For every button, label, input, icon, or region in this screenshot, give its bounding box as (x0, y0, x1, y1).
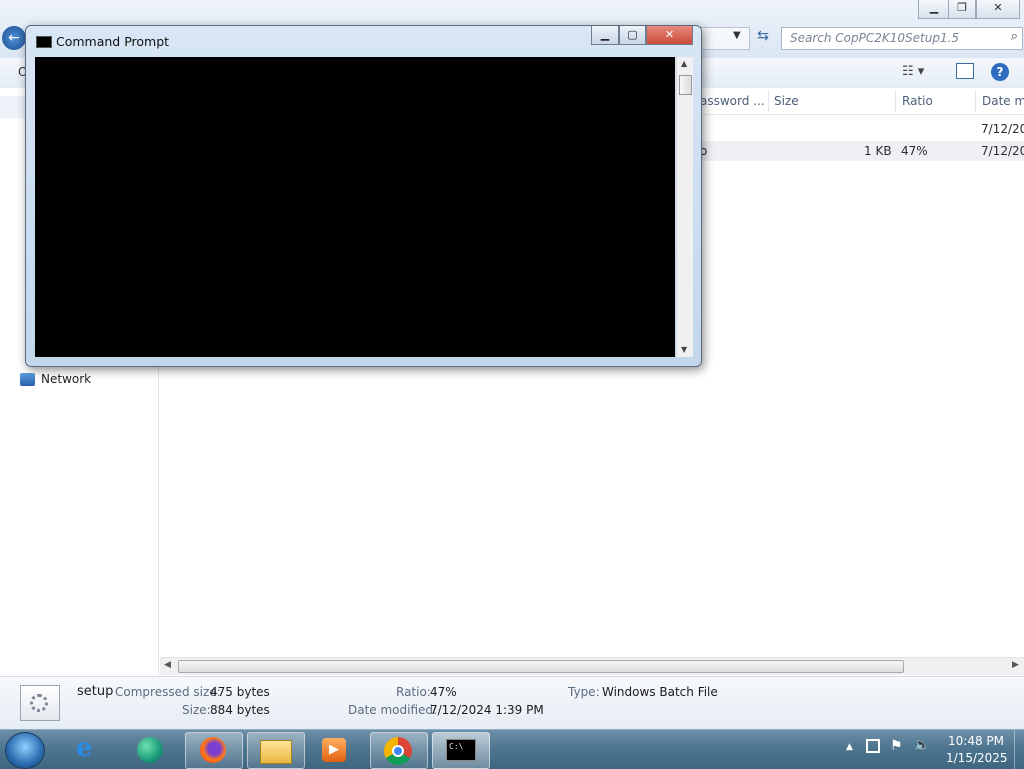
details-filename: setup (77, 684, 114, 699)
edge-icon[interactable] (124, 732, 180, 767)
row-date: 7/12/20 (981, 122, 1024, 136)
media-player-icon[interactable]: ▶ (308, 732, 364, 767)
cmd-scroll-down-icon[interactable]: ▼ (681, 345, 687, 354)
command-prompt-window[interactable]: Command Prompt ▁ ▢ ✕ ▲ ▼ (25, 25, 702, 367)
search-input[interactable]: Search CopPC2K10Setup1.5 ⌕ (781, 27, 1023, 50)
column-date[interactable]: Date mo (982, 94, 1024, 108)
start-orb-icon[interactable] (5, 732, 45, 769)
type-value: Windows Batch File (602, 685, 718, 699)
compressed-size-label: Compressed size: (115, 685, 221, 699)
action-center-flag-icon[interactable]: ⚑ (890, 738, 903, 754)
ratio-label: Ratio: (396, 685, 431, 699)
size-label: Size: (182, 703, 211, 717)
horizontal-scrollbar[interactable]: ◀ ▶ (160, 657, 1024, 675)
clock-date[interactable]: 1/15/2025 (946, 751, 1008, 765)
column-password[interactable]: assword ... (700, 94, 765, 108)
clock-time[interactable]: 10:48 PM (948, 734, 1004, 748)
taskbar: e ▶ C:\ ▲ ⚑ 🔈 10:48 PM 1/15/2025 (0, 729, 1024, 769)
file-explorer-icon[interactable] (247, 732, 305, 769)
cmd-close-button[interactable]: ✕ (646, 26, 693, 45)
cmd-vertical-scrollbar[interactable]: ▲ ▼ (676, 57, 693, 357)
search-icon[interactable]: ⌕ (1011, 29, 1018, 44)
details-pane: setup Compressed size: 475 bytes Size: 8… (0, 676, 1024, 730)
network-icon (20, 372, 35, 386)
scroll-left-icon[interactable]: ◀ (164, 660, 171, 670)
row-date: 7/12/20 (981, 144, 1024, 158)
row-size: 1 KB (864, 144, 892, 158)
help-icon[interactable]: ? (991, 63, 1009, 81)
firefox-icon[interactable] (185, 732, 243, 769)
cmd-scroll-thumb[interactable] (679, 75, 692, 95)
scroll-right-icon[interactable]: ▶ (1012, 660, 1019, 670)
column-ratio[interactable]: Ratio (902, 94, 933, 108)
column-size[interactable]: Size (774, 94, 799, 108)
refresh-icon[interactable]: ⇆ (752, 28, 774, 48)
batch-file-icon (20, 685, 60, 721)
scroll-thumb[interactable] (178, 660, 904, 673)
date-modified-value: 7/12/2024 1:39 PM (430, 703, 544, 717)
nav-item-network[interactable]: Network (20, 372, 91, 386)
command-prompt-taskbar-icon[interactable]: C:\ (432, 732, 490, 769)
cmd-console-area[interactable] (35, 57, 675, 357)
type-label: Type: (568, 685, 600, 699)
cmd-window-icon (36, 36, 52, 48)
cmd-title: Command Prompt (56, 34, 170, 49)
chrome-icon[interactable] (370, 732, 428, 769)
show-hidden-icons[interactable]: ▲ (846, 742, 853, 752)
explorer-restore-button[interactable]: ❐ (948, 0, 976, 19)
nav-item-network-label: Network (41, 372, 92, 386)
network-tray-icon[interactable] (866, 739, 880, 753)
ratio-value: 47% (430, 685, 457, 699)
compressed-size-value: 475 bytes (210, 685, 270, 699)
cmd-scroll-up-icon[interactable]: ▲ (681, 59, 687, 68)
preview-pane-icon[interactable] (956, 63, 974, 79)
cmd-minimize-button[interactable]: ▁ (591, 26, 619, 45)
date-modified-label: Date modified: (348, 703, 438, 717)
show-desktop-button[interactable] (1014, 730, 1024, 769)
back-arrow-icon[interactable]: ← (2, 26, 26, 50)
size-value: 884 bytes (210, 703, 270, 717)
volume-muted-icon[interactable]: 🔈 (914, 738, 930, 753)
views-icon[interactable]: ☷ ▾ (902, 64, 924, 79)
explorer-close-button[interactable]: ✕ (976, 0, 1020, 19)
cmd-maximize-button[interactable]: ▢ (619, 26, 646, 45)
explorer-minimize-button[interactable]: ▁ (918, 0, 950, 19)
address-dropdown-icon[interactable]: ▼ (733, 30, 741, 41)
internet-explorer-icon[interactable]: e (62, 732, 118, 767)
cmd-icon-text: C:\ (446, 739, 476, 761)
row-ratio: 47% (901, 144, 928, 158)
search-placeholder: Search CopPC2K10Setup1.5 (790, 31, 960, 45)
